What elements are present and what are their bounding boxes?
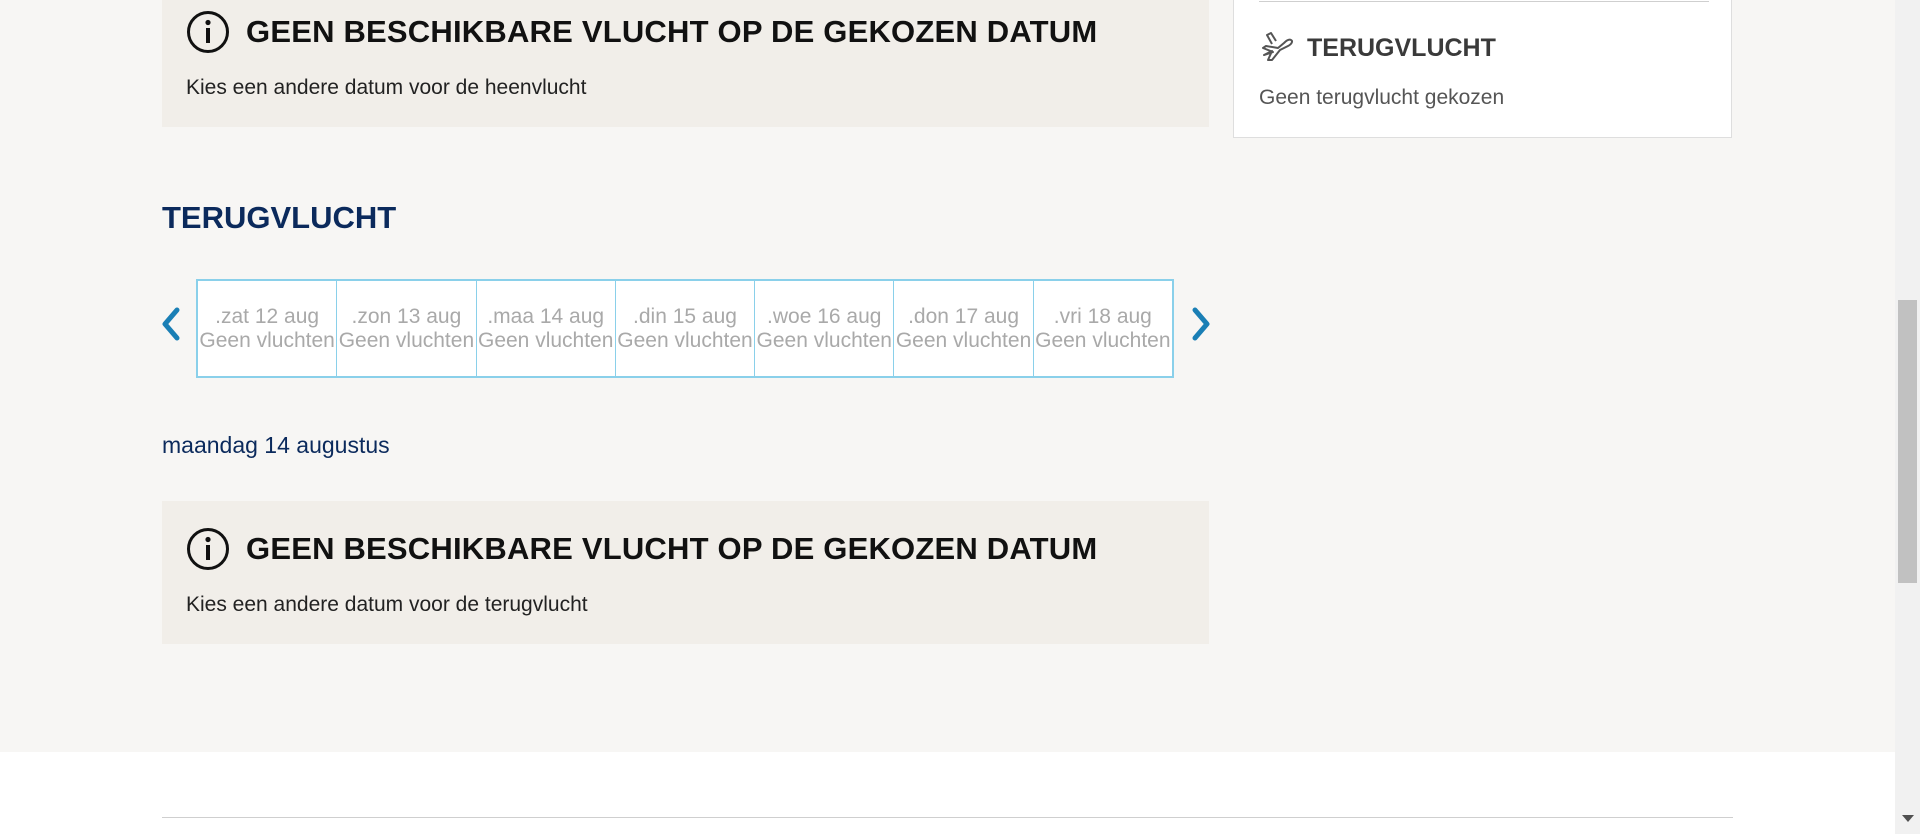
date-label: .maa 14 aug [487, 304, 605, 328]
notice-title: GEEN BESCHIKBARE VLUCHT OP DE GEKOZEN DA… [246, 531, 1098, 566]
date-label: .zat 12 aug [215, 304, 320, 328]
chevron-right-icon[interactable] [1185, 304, 1215, 344]
plane-icon [1262, 32, 1293, 61]
selected-date-label: maandag 14 augustus [162, 432, 390, 458]
scroll-down-arrow-icon[interactable] [1902, 815, 1914, 822]
notice-title: GEEN BESCHIKBARE VLUCHT OP DE GEKOZEN DA… [246, 14, 1098, 49]
date-option[interactable]: .din 15 aug Geen vluchten [615, 281, 756, 376]
return-flight-summary-panel: TERUGVLUCHT Geen terugvlucht gekozen [1233, 0, 1732, 138]
date-status: Geen vluchten [338, 328, 475, 352]
footer-divider [162, 817, 1733, 818]
date-label: .woe 16 aug [767, 304, 882, 328]
date-option[interactable]: .woe 16 aug Geen vluchten [755, 281, 895, 376]
panel-title: TERUGVLUCHT [1307, 34, 1496, 62]
panel-divider [1259, 1, 1709, 2]
date-option[interactable]: .zat 12 aug Geen vluchten [198, 281, 338, 376]
date-option[interactable]: .don 17 aug Geen vluchten [894, 281, 1034, 376]
info-circle-icon [187, 528, 229, 570]
date-status: Geen vluchten [477, 328, 614, 352]
panel-status-text: Geen terugvlucht gekozen [1259, 86, 1505, 109]
outbound-no-flight-notice: GEEN BESCHIKBARE VLUCHT OP DE GEKOZEN DA… [162, 0, 1209, 127]
notice-text: Kies een andere datum voor de terugvluch… [186, 593, 588, 616]
date-status: Geen vluchten [1035, 328, 1171, 352]
date-status: Geen vluchten [756, 328, 892, 352]
return-no-flight-notice: GEEN BESCHIKBARE VLUCHT OP DE GEKOZEN DA… [162, 501, 1209, 644]
date-carousel: .zat 12 aug Geen vluchten .zon 13 aug Ge… [196, 279, 1174, 378]
date-label: .don 17 aug [908, 304, 1020, 328]
scrollbar-thumb[interactable] [1898, 300, 1917, 583]
chevron-left-icon[interactable] [157, 304, 187, 344]
date-option[interactable]: .maa 14 aug Geen vluchten [476, 281, 616, 376]
date-option[interactable]: .zon 13 aug Geen vluchten [337, 281, 477, 376]
date-option[interactable]: .vri 18 aug Geen vluchten [1033, 281, 1172, 376]
date-status: Geen vluchten [895, 328, 1032, 352]
footer-area [0, 752, 1895, 834]
date-label: .zon 13 aug [351, 304, 462, 328]
date-status: Geen vluchten [199, 328, 335, 352]
section-heading: TERUGVLUCHT [162, 200, 397, 235]
vertical-scrollbar[interactable] [1895, 0, 1920, 834]
date-status: Geen vluchten [617, 328, 753, 352]
date-label: .vri 18 aug [1053, 304, 1152, 328]
notice-text: Kies een andere datum voor de heenvlucht [186, 76, 587, 99]
date-label: .din 15 aug [633, 304, 737, 328]
info-circle-icon [187, 11, 229, 53]
